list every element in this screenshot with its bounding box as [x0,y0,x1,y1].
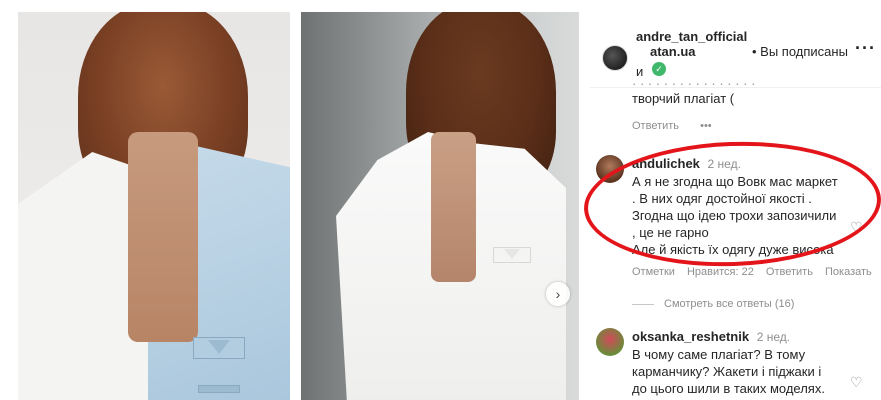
comment-text-line: до цього шили в таких моделях. [632,381,825,396]
comment-text-line: Але й якість їх одягу дуже висока [632,242,834,257]
verified-icon: ✓ [652,62,666,76]
avatar[interactable] [596,328,624,356]
author-username[interactable]: andre_tan_official [636,29,747,44]
reply-button[interactable]: Ответить [632,120,679,132]
comment-username[interactable]: oksanka_reshetnik [632,329,749,344]
next-photo-button[interactable]: › [546,282,570,306]
comment-text-line: , це не гарно [632,225,709,240]
comment-text-line: А я не згодна що Вовк мас маркет [632,174,838,189]
open-back [128,132,198,342]
show-button[interactable]: Показать [825,266,872,278]
comment-actions: Ответить ••• [632,120,730,132]
avatar[interactable] [602,45,628,71]
comment-text-line: · · · · · · · · · · · · · · · · [632,76,756,91]
comment-time: 2 нед. [756,330,791,344]
comment-text-line: . В них одяг достойної якості . [632,191,812,206]
likes-count[interactable]: Нравится: 22 [687,266,754,278]
comment-time: 2 нед. [707,157,741,171]
comment-text-line: В чому саме плагіат? В тому [632,347,806,362]
follow-status: • Вы подписаны [752,44,848,59]
previous-comment: · · · · · · · · · · · · · · · · творчий … [632,76,755,106]
comment-body: andulichek 2 нед. А я не згодна що Вовк … [632,155,838,258]
open-back [431,132,476,282]
tags-button[interactable]: Отметки [632,266,675,278]
heart-icon[interactable]: ♡ [850,219,863,236]
comment-actions: Отметки Нравится: 22 Ответить Показать [632,266,881,278]
view-replies-link[interactable]: Смотреть все ответы (16) [632,298,794,310]
pocket-flap [493,247,531,263]
more-icon[interactable]: ··· [855,38,876,59]
divider [632,303,654,305]
comment-username[interactable]: andulichek [632,156,700,171]
post-photo-left [18,12,290,400]
comment-text-line: карманчику? Жакети і піджаки і [632,364,822,379]
pocket-slit [198,385,240,393]
view-replies-label: Смотреть все ответы (16) [664,298,795,310]
heart-icon[interactable]: ♡ [850,374,863,391]
chevron-right-icon: › [555,286,561,302]
comment-text-line: творчий плагіат ( [632,91,735,106]
reply-button[interactable]: Ответить [766,266,813,278]
avatar[interactable] [596,155,624,183]
comment-text-line: Згодна що ідею трохи запозичили [632,208,837,223]
pocket-flap [193,337,245,359]
comment-body: oksanka_reshetnik 2 нед. В чому саме пла… [632,328,825,397]
post-photo-right [301,12,579,400]
coauthor-username[interactable]: atan.ua [650,44,696,59]
comments-panel: andre_tan_official atan.ua • Вы подписан… [590,12,881,400]
more-options-icon[interactable]: ••• [700,120,712,132]
